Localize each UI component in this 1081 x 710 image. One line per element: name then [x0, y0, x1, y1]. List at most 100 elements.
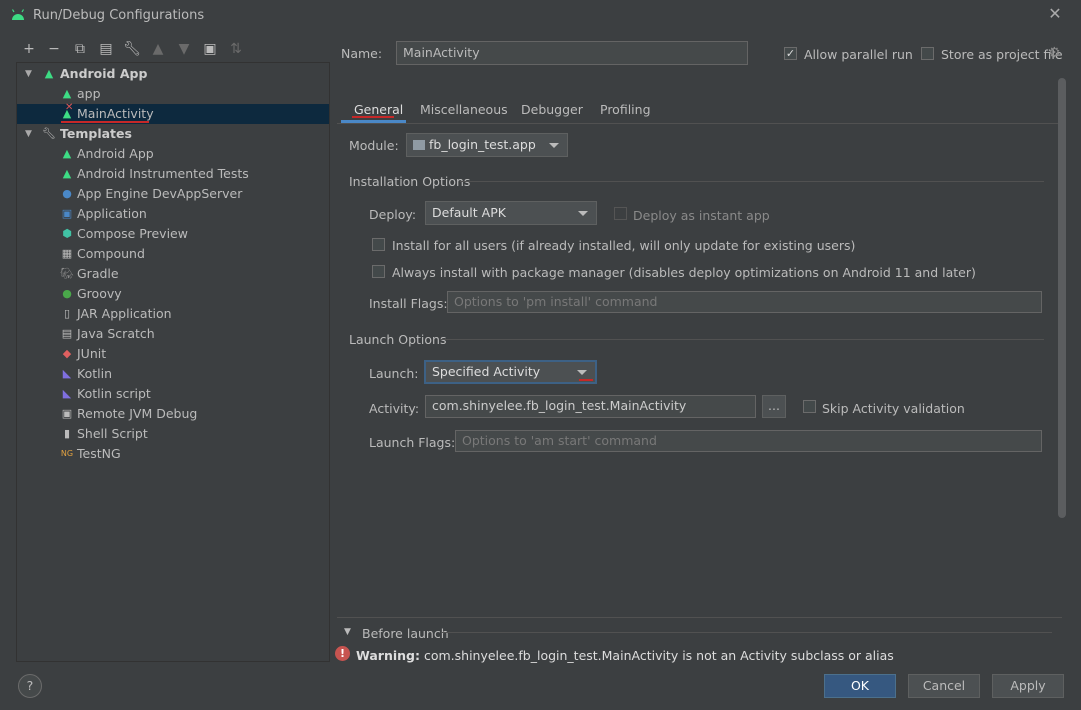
tree-label: Kotlin script	[77, 386, 151, 401]
tree-template-item[interactable]: 🐘︎ Gradle	[17, 264, 329, 284]
launch-flags-input[interactable]: Options to 'am start' command	[455, 430, 1042, 452]
warning-label: Warning:	[356, 648, 420, 663]
browse-activity-button[interactable]: ...	[762, 395, 786, 418]
deploy-dropdown[interactable]: Default APK	[425, 201, 597, 225]
tree-label: Gradle	[77, 266, 119, 281]
tree-template-item[interactable]: ◣ Kotlin script	[17, 384, 329, 404]
new-folder-icon[interactable]: ▣	[200, 40, 220, 58]
tree-label: Application	[77, 206, 147, 221]
tree-label: Kotlin	[77, 366, 112, 381]
tree-template-item[interactable]: ◣ Kotlin	[17, 364, 329, 384]
kotlin-script-icon: ◣	[62, 387, 72, 400]
tree-label: Groovy	[77, 286, 122, 301]
tree-templates-group[interactable]: ▼ 🔧︎ Templates	[17, 124, 329, 144]
activity-label: Activity:	[369, 401, 420, 416]
tree-template-item[interactable]: ▲ Android App	[17, 144, 329, 164]
section-divider	[460, 181, 1044, 182]
error-underline	[61, 121, 149, 123]
tree-template-item[interactable]: ● Groovy	[17, 284, 329, 304]
collapse-arrow-icon[interactable]: ▼	[344, 627, 351, 637]
launch-options-title: Launch Options	[349, 332, 447, 347]
tree-label: JUnit	[77, 346, 107, 361]
expand-arrow-icon[interactable]: ▼	[25, 124, 37, 144]
tree-label: Compound	[77, 246, 145, 261]
wrench-icon: 🔧︎	[42, 127, 56, 140]
launch-flags-label: Launch Flags:	[369, 435, 456, 450]
gear-icon[interactable]: ⚙	[1048, 45, 1061, 61]
before-launch-divider	[442, 632, 1052, 633]
chevron-down-icon	[549, 143, 559, 148]
before-launch-title[interactable]: Before launch	[362, 626, 449, 641]
module-dropdown[interactable]: fb_login_test.app	[406, 133, 568, 157]
tree-template-item[interactable]: NG TestNG	[17, 444, 329, 464]
sort-icon[interactable]: ⇅	[226, 40, 246, 58]
tab-error-underline	[352, 116, 394, 118]
remote-debug-icon: ▣	[61, 407, 73, 420]
scrollbar[interactable]	[1058, 78, 1066, 518]
tree-template-item[interactable]: ▤ Java Scratch	[17, 324, 329, 344]
android-error-icon: ▲ ✕	[62, 102, 74, 120]
store-project-checkbox[interactable]	[921, 47, 934, 60]
tree-template-item[interactable]: ● App Engine DevAppServer	[17, 184, 329, 204]
close-icon[interactable]: ✕	[1046, 5, 1064, 23]
name-field[interactable]: MainActivity	[396, 41, 748, 65]
tree-label: TestNG	[77, 446, 121, 461]
tree-item-app[interactable]: ▲ app	[17, 84, 329, 104]
deploy-value: Default APK	[432, 205, 506, 220]
tree-template-item[interactable]: ▦ Compound	[17, 244, 329, 264]
move-down-icon[interactable]: ▼	[174, 40, 194, 58]
cancel-button[interactable]: Cancel	[908, 674, 980, 698]
tab-miscellaneous[interactable]: Miscellaneous	[420, 100, 508, 120]
tree-template-item[interactable]: ◆ JUnit	[17, 344, 329, 364]
expand-arrow-icon[interactable]: ▼	[25, 64, 37, 84]
compose-icon: ⬢	[62, 227, 72, 240]
install-flags-input[interactable]: Options to 'pm install' command	[447, 291, 1042, 313]
help-button[interactable]: ?	[18, 674, 42, 698]
tree-label: Android Instrumented Tests	[77, 166, 249, 181]
deploy-label: Deploy:	[369, 207, 417, 222]
tree-label: Templates	[60, 126, 132, 141]
install-flags-label: Install Flags:	[369, 296, 448, 311]
apply-button[interactable]: Apply	[992, 674, 1064, 698]
launch-dropdown[interactable]: Specified Activity	[424, 360, 597, 384]
tree-template-item[interactable]: ▮ Shell Script	[17, 424, 329, 444]
tree-label: App Engine DevAppServer	[77, 186, 243, 201]
skip-validation-label: Skip Activity validation	[822, 401, 965, 416]
move-up-icon[interactable]: ▲	[148, 40, 168, 58]
tab-profiling[interactable]: Profiling	[600, 100, 651, 120]
tree-label: Compose Preview	[77, 226, 188, 241]
tab-divider	[337, 123, 1062, 124]
save-icon[interactable]: ▤	[96, 40, 116, 58]
folder-icon	[413, 140, 425, 150]
tree-template-item[interactable]: ▲ Android Instrumented Tests	[17, 164, 329, 184]
tree-label: Java Scratch	[77, 326, 155, 341]
activity-input[interactable]: com.shinyelee.fb_login_test.MainActivity	[425, 395, 756, 418]
tree-template-item[interactable]: ▯ JAR Application	[17, 304, 329, 324]
always-install-checkbox[interactable]	[372, 265, 385, 278]
skip-validation-checkbox[interactable]	[803, 400, 816, 413]
wrench-icon[interactable]: 🔧︎	[122, 40, 142, 58]
deploy-instant-checkbox[interactable]	[614, 207, 627, 220]
tree-android-app-group[interactable]: ▼ ▲ Android App	[17, 64, 329, 84]
tree-template-item[interactable]: ⬢ Compose Preview	[17, 224, 329, 244]
module-label: Module:	[349, 138, 399, 153]
launch-label: Launch:	[369, 366, 419, 381]
add-icon[interactable]: +	[19, 40, 39, 58]
chevron-down-icon	[577, 370, 587, 375]
tab-debugger[interactable]: Debugger	[521, 100, 583, 120]
name-label: Name:	[341, 46, 383, 61]
install-all-users-checkbox[interactable]	[372, 238, 385, 251]
shell-script-icon: ▮	[63, 427, 71, 440]
compound-icon: ▦	[61, 247, 73, 260]
java-scratch-icon: ▤	[61, 327, 73, 340]
tree-template-item[interactable]: ▣ Application	[17, 204, 329, 224]
allow-parallel-checkbox[interactable]: ✓	[784, 47, 797, 60]
warning-text: com.shinyelee.fb_login_test.MainActivity…	[423, 648, 894, 663]
tree-item-mainactivity[interactable]: ▲ ✕ MainActivity	[17, 102, 329, 124]
deploy-instant-label: Deploy as instant app	[633, 208, 770, 223]
ok-button[interactable]: OK	[824, 674, 896, 698]
remove-icon[interactable]: −	[44, 40, 64, 58]
copy-icon[interactable]: ⧉	[70, 40, 90, 58]
configuration-tree[interactable]: ▼ ▲ Android App ▲ app ▲ ✕ MainActivity ▼ …	[16, 62, 330, 662]
tree-template-item[interactable]: ▣ Remote JVM Debug	[17, 404, 329, 424]
